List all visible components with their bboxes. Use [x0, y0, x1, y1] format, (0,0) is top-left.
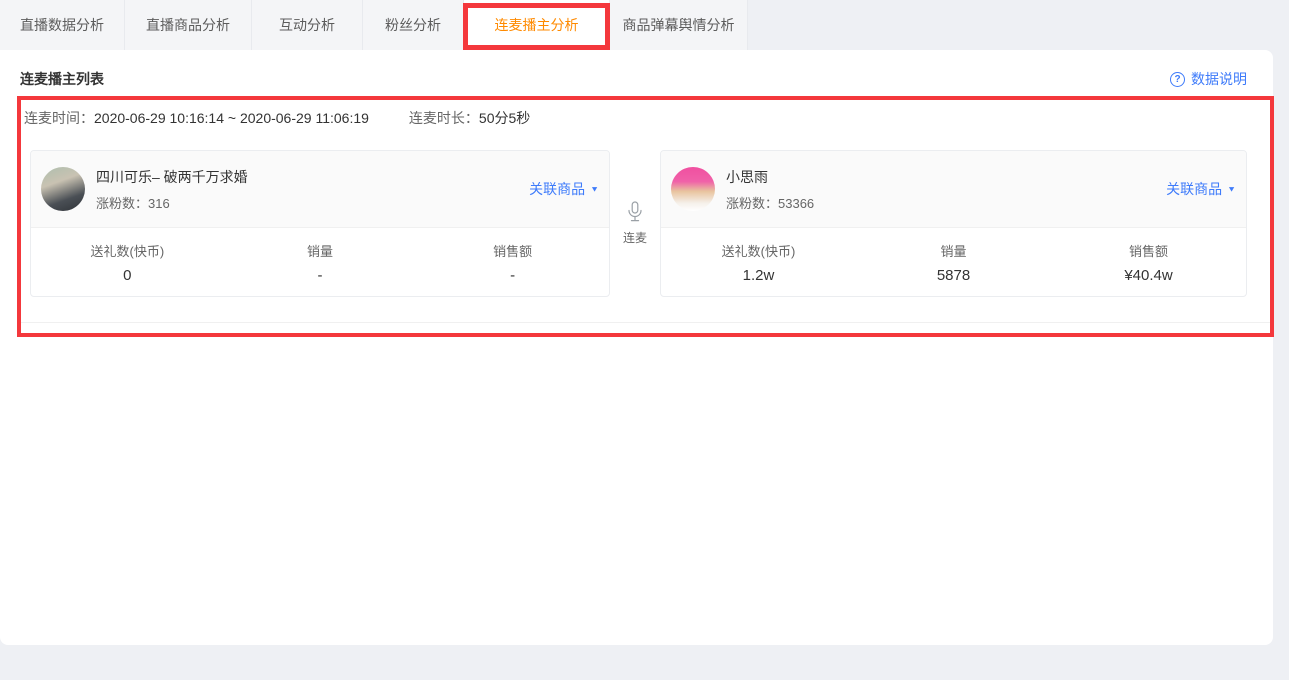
host-card-header: 四川可乐– 破两千万求婚 涨粉数：316 关联商品 ▼ — [31, 151, 609, 228]
duration-value: 50分5秒 — [478, 110, 531, 126]
session-time-row: 连麦时间：2020-06-29 10:16:14 ~ 2020-06-29 11… — [24, 108, 530, 128]
tab-live-product-analysis[interactable]: 直播商品分析 — [125, 0, 252, 50]
host-name: 四川可乐– 破两千万求婚 — [96, 168, 248, 185]
content-panel: 连麦播主列表 ? 数据说明 连麦时间：2020-06-29 10:16:14 ~… — [0, 50, 1273, 645]
host-avatar — [41, 167, 85, 211]
stat-gifts: 送礼数(快币) 1.2w — [721, 244, 796, 284]
question-circle-icon: ? — [1170, 71, 1185, 87]
duration-label: 连麦时长： — [408, 110, 479, 126]
tab-bar: 直播数据分析 直播商品分析 互动分析 粉丝分析 连麦播主分析 商品弹幕舆情分析 — [0, 0, 1289, 50]
related-products-dropdown[interactable]: 关联商品 ▼ — [529, 179, 599, 199]
host-card-right: 小思雨 涨粉数：53366 关联商品 ▼ 送礼数(快币) 1.2w 销量 587… — [660, 150, 1247, 297]
data-explanation-label: 数据说明 — [1191, 71, 1247, 87]
host-cards-row: 四川可乐– 破两千万求婚 涨粉数：316 关联商品 ▼ 送礼数(快币) 0 销量 — [30, 150, 1247, 297]
tab-fans-analysis[interactable]: 粉丝分析 — [363, 0, 464, 50]
tab-live-data-analysis[interactable]: 直播数据分析 — [0, 0, 125, 50]
content-header: 连麦播主列表 ? 数据说明 — [0, 50, 1273, 89]
stat-sales-amount: 销售额 ¥40.4w — [1124, 244, 1173, 284]
host-fans: 涨粉数：53366 — [726, 195, 815, 211]
stat-sales-amount: 销售额 - — [493, 244, 533, 284]
tab-product-danmaku-sentiment[interactable]: 商品弹幕舆情分析 — [610, 0, 748, 50]
related-products-label: 关联商品 — [529, 181, 586, 197]
session-bottom-divider — [21, 322, 1270, 323]
time-value: 2020-06-29 10:16:14 ~ 2020-06-29 11:06:1… — [94, 110, 369, 126]
time-label: 连麦时间： — [24, 110, 94, 126]
related-products-label: 关联商品 — [1166, 181, 1223, 197]
stat-sales-volume: 销量 - — [307, 244, 334, 284]
page-title: 连麦播主列表 — [20, 71, 104, 87]
host-avatar — [671, 167, 715, 211]
tab-interaction-analysis[interactable]: 互动分析 — [252, 0, 363, 50]
page: 直播数据分析 直播商品分析 互动分析 粉丝分析 连麦播主分析 商品弹幕舆情分析 … — [0, 0, 1289, 680]
co-stream-divider: 连麦 — [610, 150, 660, 297]
co-stream-label: 连麦 — [622, 231, 647, 245]
caret-down-icon: ▼ — [1227, 184, 1236, 194]
related-products-dropdown[interactable]: 关联商品 ▼ — [1166, 179, 1236, 199]
host-info: 小思雨 涨粉数：53366 — [726, 167, 814, 212]
host-stats-row: 送礼数(快币) 1.2w 销量 5878 销售额 ¥40.4w — [661, 228, 1246, 296]
caret-down-icon: ▼ — [590, 184, 599, 194]
microphone-icon — [628, 201, 642, 222]
stat-sales-volume: 销量 5878 — [936, 244, 971, 284]
host-info: 四川可乐– 破两千万求婚 涨粉数：316 — [96, 167, 248, 212]
tab-co-host-analysis[interactable]: 连麦播主分析 — [464, 0, 610, 50]
data-explanation-link[interactable]: ? 数据说明 — [1170, 69, 1247, 89]
stat-gifts: 送礼数(快币) 0 — [90, 244, 165, 284]
host-card-header: 小思雨 涨粉数：53366 关联商品 ▼ — [661, 151, 1246, 228]
host-card-left: 四川可乐– 破两千万求婚 涨粉数：316 关联商品 ▼ 送礼数(快币) 0 销量 — [30, 150, 610, 297]
host-fans: 涨粉数：316 — [96, 195, 170, 211]
host-stats-row: 送礼数(快币) 0 销量 - 销售额 - — [31, 228, 609, 296]
host-name: 小思雨 — [726, 168, 768, 185]
